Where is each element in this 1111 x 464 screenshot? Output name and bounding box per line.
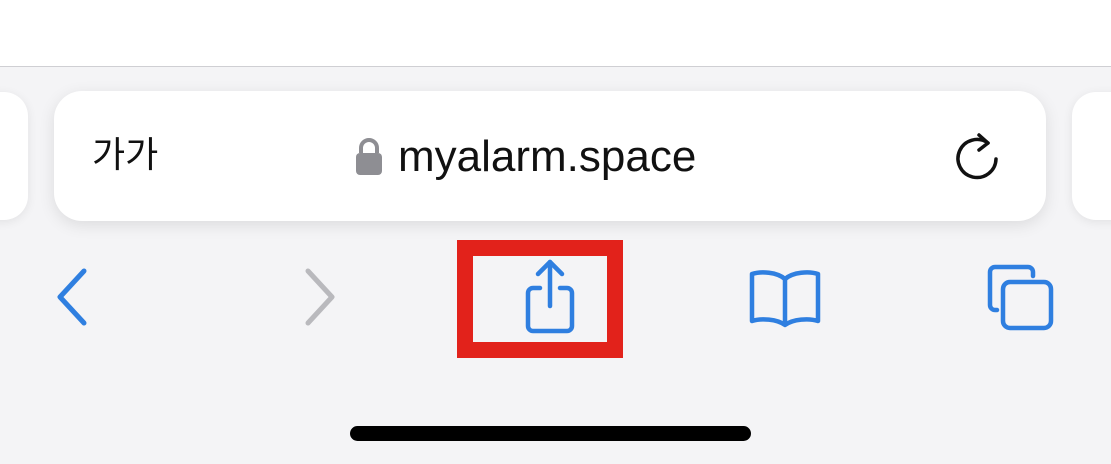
- lock-icon: [354, 137, 384, 177]
- address-bar[interactable]: 가가 myalarm.space: [54, 91, 1046, 221]
- chevron-right-icon: [298, 265, 338, 329]
- share-button[interactable]: [510, 254, 590, 338]
- safari-screen: 가가 myalarm.space: [0, 0, 1111, 464]
- chevron-left-icon: [54, 265, 94, 329]
- tabs-icon: [983, 262, 1059, 334]
- home-indicator[interactable]: [350, 426, 751, 441]
- back-button[interactable]: [44, 260, 104, 334]
- url-text: myalarm.space: [398, 132, 697, 181]
- previous-tab-card[interactable]: [0, 92, 28, 220]
- tabs-button[interactable]: [980, 260, 1062, 336]
- web-page-content[interactable]: [0, 0, 1111, 66]
- forward-button[interactable]: [288, 260, 348, 334]
- url-field[interactable]: myalarm.space: [354, 129, 696, 185]
- bookmarks-button[interactable]: [742, 262, 828, 332]
- text-size-button[interactable]: 가가: [92, 135, 158, 177]
- next-tab-card[interactable]: [1072, 92, 1111, 220]
- reload-icon[interactable]: [950, 129, 1006, 185]
- share-icon: [515, 256, 585, 336]
- book-icon: [745, 265, 825, 329]
